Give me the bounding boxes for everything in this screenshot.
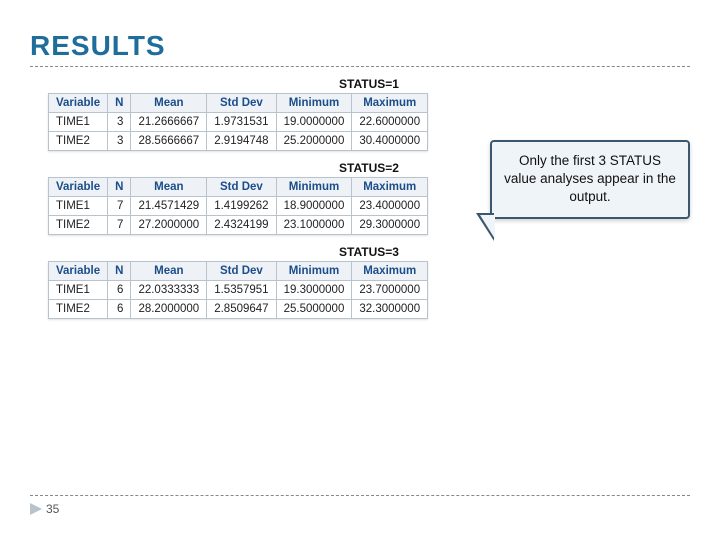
col-n: N [108, 178, 131, 197]
col-std: Std Dev [207, 94, 276, 113]
table-row: TIME2 7 27.2000000 2.4324199 23.1000000 … [49, 216, 428, 235]
col-max: Maximum [352, 94, 428, 113]
cell-n: 7 [108, 216, 131, 235]
cell-n: 7 [108, 197, 131, 216]
cell-max: 29.3000000 [352, 216, 428, 235]
divider-bottom [30, 495, 690, 496]
cell-max: 23.4000000 [352, 197, 428, 216]
stats-table: Variable N Mean Std Dev Minimum Maximum … [48, 93, 428, 151]
col-n: N [108, 94, 131, 113]
col-min: Minimum [276, 178, 352, 197]
cell-mean: 22.0333333 [131, 281, 207, 300]
cell-std: 2.4324199 [207, 216, 276, 235]
cell-std: 1.9731531 [207, 113, 276, 132]
page-number: 35 [46, 502, 59, 516]
callout-text: Only the first 3 STATUS value analyses a… [504, 153, 676, 204]
cell-var: TIME1 [49, 197, 108, 216]
cell-var: TIME1 [49, 281, 108, 300]
cell-max: 23.7000000 [352, 281, 428, 300]
col-mean: Mean [131, 262, 207, 281]
cell-mean: 21.2666667 [131, 113, 207, 132]
cell-var: TIME2 [49, 300, 108, 319]
col-min: Minimum [276, 262, 352, 281]
callout-box: Only the first 3 STATUS value analyses a… [490, 140, 690, 219]
cell-max: 32.3000000 [352, 300, 428, 319]
col-n: N [108, 262, 131, 281]
col-variable: Variable [49, 178, 108, 197]
status-heading: STATUS=3 [48, 241, 690, 261]
cell-mean: 21.4571429 [131, 197, 207, 216]
cell-n: 3 [108, 113, 131, 132]
table-row: TIME1 6 22.0333333 1.5357951 19.3000000 … [49, 281, 428, 300]
cell-n: 3 [108, 132, 131, 151]
col-max: Maximum [352, 262, 428, 281]
cell-var: TIME2 [49, 216, 108, 235]
callout: Only the first 3 STATUS value analyses a… [490, 140, 690, 219]
col-mean: Mean [131, 94, 207, 113]
cell-var: TIME2 [49, 132, 108, 151]
col-variable: Variable [49, 94, 108, 113]
table-row: TIME2 3 28.5666667 2.9194748 25.2000000 … [49, 132, 428, 151]
cell-min: 19.0000000 [276, 113, 352, 132]
cell-mean: 28.5666667 [131, 132, 207, 151]
cell-max: 22.6000000 [352, 113, 428, 132]
cell-std: 1.5357951 [207, 281, 276, 300]
callout-tail-icon [476, 213, 494, 241]
table-row: TIME2 6 28.2000000 2.8509647 25.5000000 … [49, 300, 428, 319]
table-row: TIME1 3 21.2666667 1.9731531 19.0000000 … [49, 113, 428, 132]
status-heading: STATUS=1 [48, 73, 690, 93]
cell-min: 25.2000000 [276, 132, 352, 151]
status-block-3: STATUS=3 Variable N Mean Std Dev Minimum… [48, 241, 690, 319]
col-max: Maximum [352, 178, 428, 197]
col-std: Std Dev [207, 262, 276, 281]
footer: 35 [30, 495, 690, 516]
col-variable: Variable [49, 262, 108, 281]
cell-std: 2.9194748 [207, 132, 276, 151]
stats-table: Variable N Mean Std Dev Minimum Maximum … [48, 261, 428, 319]
cell-std: 2.8509647 [207, 300, 276, 319]
page-title: RESULTS [30, 30, 690, 62]
cell-min: 19.3000000 [276, 281, 352, 300]
cell-mean: 27.2000000 [131, 216, 207, 235]
table-row: TIME1 7 21.4571429 1.4199262 18.9000000 … [49, 197, 428, 216]
cell-min: 18.9000000 [276, 197, 352, 216]
stats-table: Variable N Mean Std Dev Minimum Maximum … [48, 177, 428, 235]
cell-max: 30.4000000 [352, 132, 428, 151]
cell-n: 6 [108, 300, 131, 319]
cell-mean: 28.2000000 [131, 300, 207, 319]
col-mean: Mean [131, 178, 207, 197]
divider-top [30, 66, 690, 67]
page-marker-icon [30, 503, 42, 515]
col-std: Std Dev [207, 178, 276, 197]
cell-min: 25.5000000 [276, 300, 352, 319]
cell-min: 23.1000000 [276, 216, 352, 235]
col-min: Minimum [276, 94, 352, 113]
cell-std: 1.4199262 [207, 197, 276, 216]
cell-var: TIME1 [49, 113, 108, 132]
cell-n: 6 [108, 281, 131, 300]
